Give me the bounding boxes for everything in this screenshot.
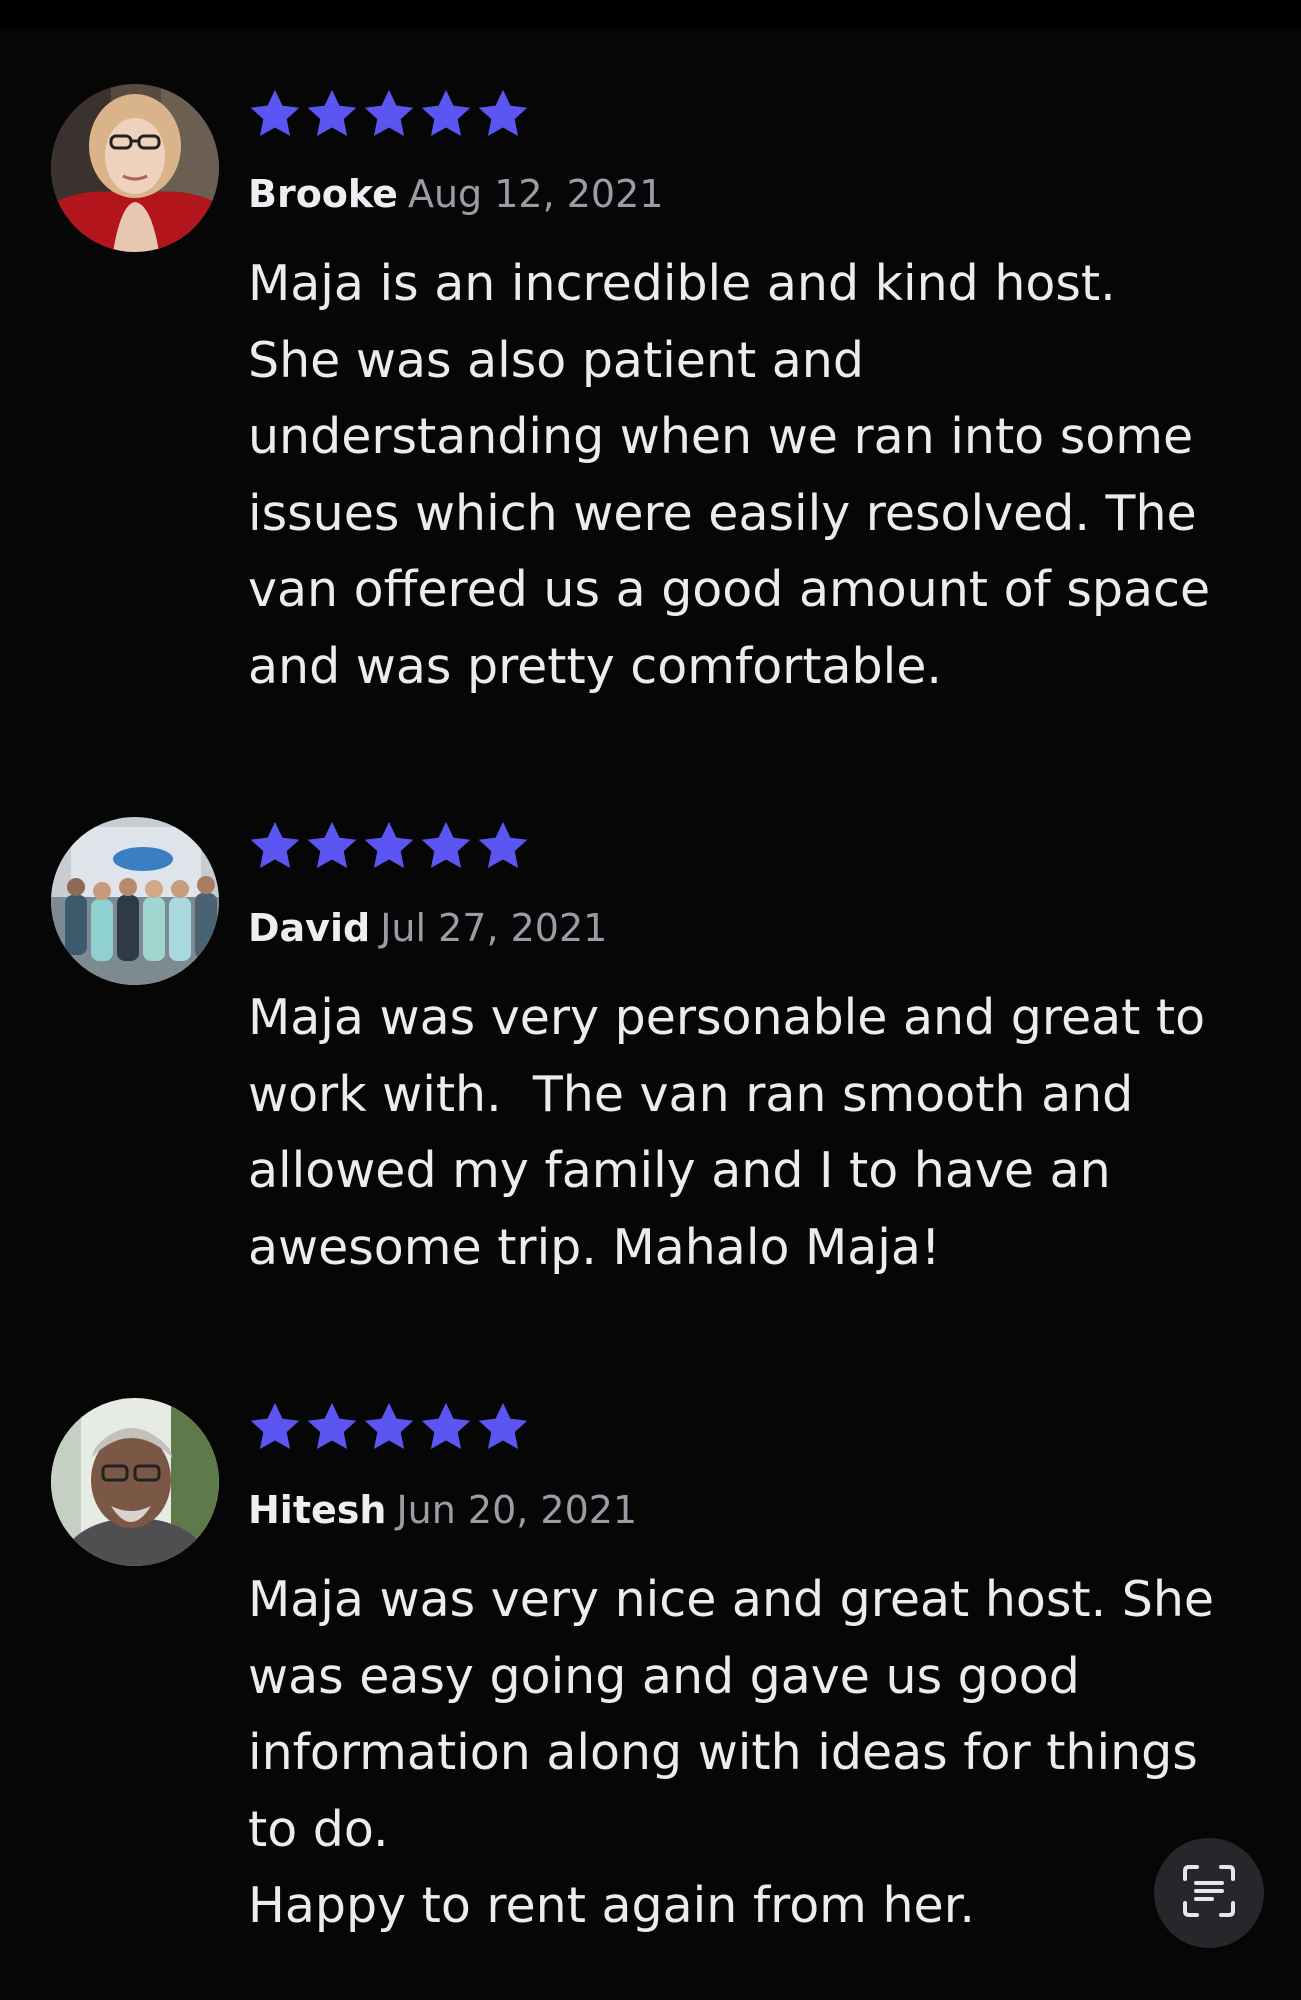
review-text-line: Maja is an incredible and kind host. [248,255,1116,312]
text-scan-icon [1179,1861,1239,1925]
star-icon [305,820,359,872]
review-date: Jul 27, 2021 [380,906,608,950]
review-text-line: Maja was very personable and great to [248,989,1206,1046]
top-edge [0,0,1301,28]
star-icon [362,1401,416,1453]
review-text-line: Happy to rent again from her. [248,1877,975,1934]
star-icon [419,88,473,140]
review-text-line: to do. [248,1800,389,1858]
review-text-line: She was also patient and [248,331,864,389]
star-rating [248,1401,530,1453]
star-icon [248,1401,302,1453]
review-text-line: was easy going and gave us good [248,1647,1080,1705]
reviewer-name[interactable]: David [248,906,370,950]
review-text-line: and was pretty comfortable. [248,637,942,695]
review-meta: Brooke Aug 12, 2021 [248,170,663,218]
review-text: Maja is an incredible and kind host. She… [248,246,1268,705]
review-text-line: awesome trip. Mahalo Maja! [248,1218,941,1276]
star-icon [476,820,530,872]
review-date: Jun 20, 2021 [396,1488,638,1532]
star-icon [248,820,302,872]
review-text-line: allowed my family and I to have an [248,1142,1111,1199]
review-text-line: understanding when we ran into some [248,408,1194,465]
review-text-line: issues which were easily resolved. The [248,484,1197,542]
review-text-line: van offered us a good amount of space [248,561,1211,618]
text-scan-button[interactable] [1154,1838,1264,1948]
avatar[interactable] [51,1398,219,1566]
review-text-line: Maja was very nice and great host. She [248,1571,1215,1628]
star-rating [248,88,530,140]
star-icon [305,88,359,140]
review-meta: Hitesh Jun 20, 2021 [248,1486,637,1534]
star-icon [419,820,473,872]
star-rating [248,820,530,872]
star-icon [362,820,416,872]
review-text: Maja was very nice and great host. She w… [248,1562,1268,1945]
review-text-line: information along with ideas for things [248,1724,1198,1781]
reviewer-name[interactable]: Brooke [248,172,398,216]
star-icon [248,88,302,140]
star-icon [362,88,416,140]
star-icon [476,1401,530,1453]
review-date: Aug 12, 2021 [407,172,664,216]
star-icon [305,1401,359,1453]
review-meta: David Jul 27, 2021 [248,904,607,952]
review-text: Maja was very personable and great to wo… [248,980,1268,1286]
star-icon [419,1401,473,1453]
review-text-line: work with. The van ran smooth and [248,1065,1134,1123]
reviewer-name[interactable]: Hitesh [248,1488,386,1532]
avatar[interactable] [51,817,219,985]
star-icon [476,88,530,140]
avatar[interactable] [51,84,219,252]
